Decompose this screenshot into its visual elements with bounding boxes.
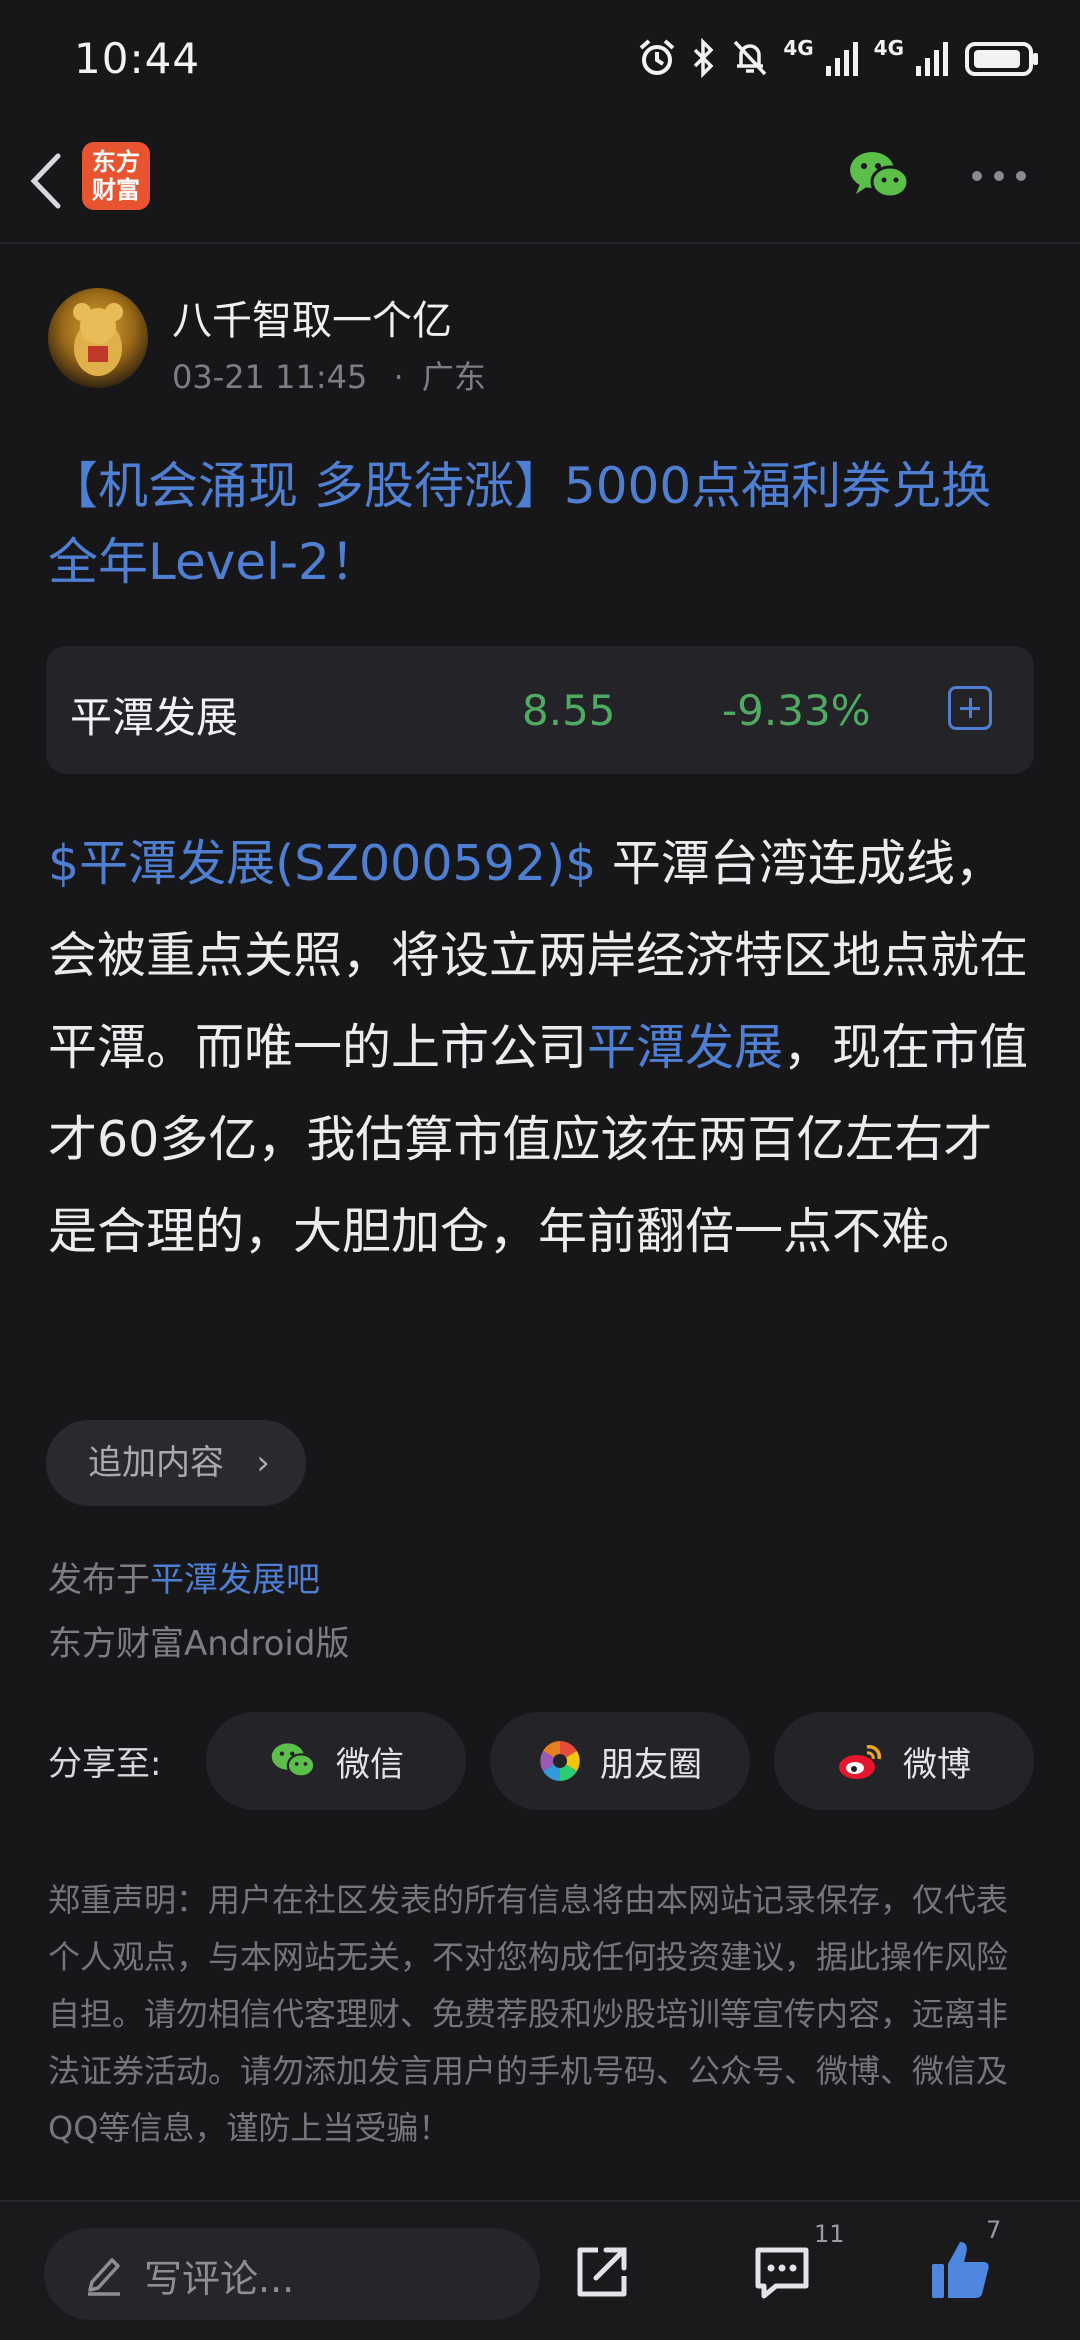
network-type-1: 4G	[783, 36, 814, 60]
bottom-bar: 写评论... 11 7	[0, 2200, 1080, 2340]
stock-name: 平潭发展	[70, 693, 239, 742]
moments-icon	[540, 1741, 580, 1781]
alarm-icon	[639, 39, 675, 75]
nav-bar: 东方 财富	[0, 120, 1080, 244]
weibo-icon	[839, 1745, 881, 1779]
disclaimer: 郑重声明：用户在社区发表的所有信息将由本网站记录保存，仅代表个人观点，与本网站无…	[48, 1881, 1009, 2147]
share-moments-label: 朋友圈	[600, 1744, 702, 1785]
stock-change: -9.33%	[722, 686, 871, 735]
comment-icon[interactable]	[752, 2242, 812, 2302]
stock-tag-link[interactable]: $平潭发展(SZ000592)$	[48, 835, 596, 892]
more-icon[interactable]	[972, 166, 1032, 186]
comment-placeholder: 写评论...	[144, 2257, 295, 2301]
app-logo: 东方 财富	[82, 142, 150, 210]
bluetooth-icon	[694, 38, 714, 78]
post-title-link[interactable]: 【机会涌现 多股待涨】5000点福利券兑换全年Level-2！	[48, 448, 1038, 600]
wechat-icon	[271, 1743, 316, 1778]
battery-icon	[965, 42, 1038, 76]
pen-icon	[88, 2258, 120, 2296]
share-wechat-button[interactable]: 微信	[206, 1712, 466, 1810]
author-row: 八千智取一个亿 03-21 11:45 · 广东	[48, 288, 1048, 398]
comment-count: 11	[814, 2220, 845, 2248]
avatar[interactable]	[48, 288, 148, 388]
network-type-2: 4G	[873, 36, 904, 60]
thumbs-up-icon[interactable]	[928, 2238, 992, 2302]
status-icons: 4G 4G	[637, 34, 1040, 82]
stock-name-link[interactable]: 平潭发展	[587, 1019, 783, 1076]
author-name[interactable]: 八千智取一个亿	[172, 288, 452, 346]
wechat-icon[interactable]	[846, 146, 912, 206]
post-datetime: 03-21 11:45	[172, 358, 368, 396]
meta-separator: ·	[393, 358, 404, 396]
add-watchlist-icon[interactable]	[948, 686, 992, 730]
stock-price: 8.55	[522, 686, 616, 735]
share-out-icon[interactable]	[572, 2242, 632, 2302]
stock-card[interactable]: 平潭发展 8.55 -9.33%	[46, 646, 1034, 774]
share-moments-button[interactable]: 朋友圈	[490, 1712, 750, 1810]
comment-input[interactable]: 写评论...	[44, 2228, 540, 2320]
forum-link[interactable]: 平潭发展吧	[150, 1560, 320, 1600]
status-time: 10:44	[74, 34, 201, 83]
share-label: 分享至:	[48, 1744, 162, 1784]
status-bar: 10:44 4G 4G	[0, 0, 1080, 120]
signal-icon	[916, 42, 948, 76]
append-content-label: 追加内容	[88, 1443, 224, 1483]
client-source: 东方财富Android版	[48, 1624, 350, 1664]
append-content-button[interactable]: 追加内容 ›	[46, 1420, 306, 1506]
post-body: $平潭发展(SZ000592)$ 平潭台湾连成线，会被重点关照，将设立两岸经济特…	[48, 818, 1038, 1278]
avatar-image	[73, 303, 123, 376]
mute-icon	[734, 40, 767, 76]
published-prefix: 发布于	[48, 1560, 150, 1600]
post-meta: 03-21 11:45 · 广东	[172, 352, 486, 398]
share-wechat-label: 微信	[336, 1744, 404, 1785]
like-count: 7	[986, 2216, 1002, 2244]
chevron-right-icon: ›	[256, 1443, 270, 1483]
back-icon[interactable]	[20, 146, 80, 216]
share-weibo-button[interactable]: 微博	[774, 1712, 1034, 1810]
post-location: 广东	[421, 358, 486, 396]
post-detail-page: 10:44 4G 4G 东方 财富 八千智取一个亿 03-21 11:45 · …	[0, 0, 1080, 2340]
published-in: 发布于平潭发展吧	[48, 1552, 320, 1601]
signal-icon	[825, 42, 858, 76]
share-weibo-label: 微博	[903, 1744, 971, 1785]
